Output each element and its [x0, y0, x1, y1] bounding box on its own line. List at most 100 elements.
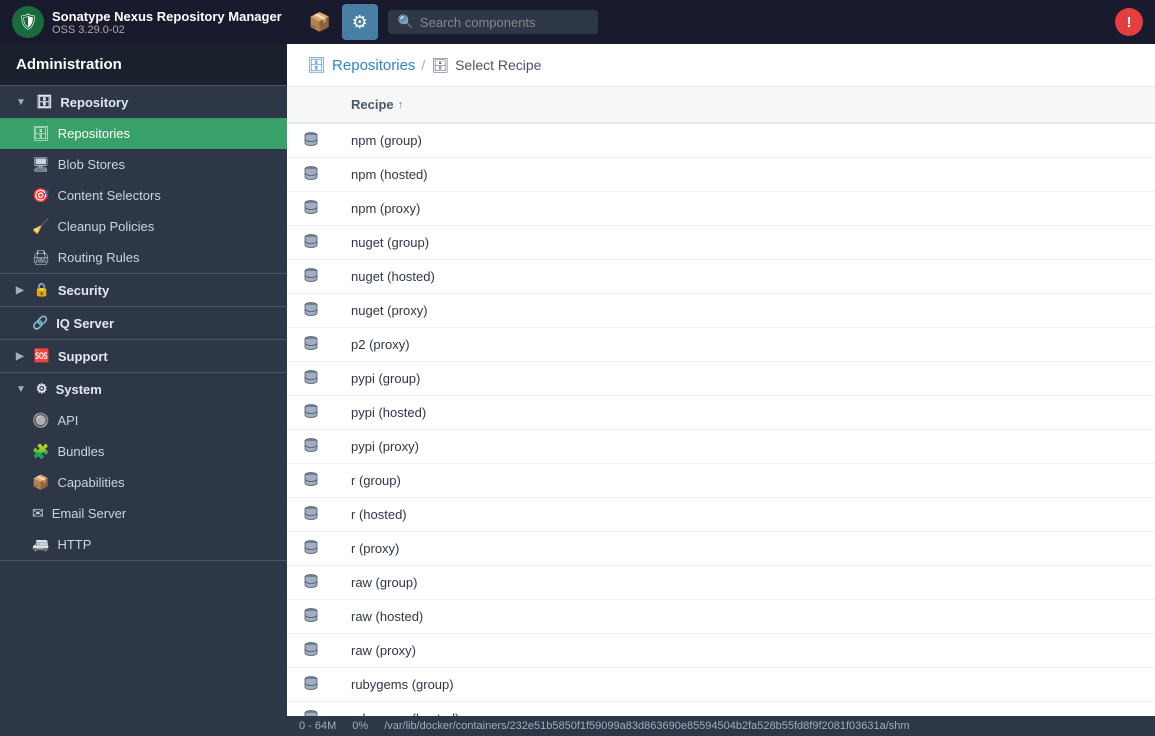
sidebar-item-content-selectors[interactable]: 🎯 Content Selectors	[0, 180, 287, 211]
sidebar-item-email-server[interactable]: ✉ Email Server	[0, 498, 287, 529]
sidebar-section-security: ▶ 🔒 Security	[0, 274, 287, 307]
alert-button[interactable]: !	[1115, 8, 1143, 36]
table-row[interactable]: npm (hosted)	[287, 158, 1155, 192]
col-recipe[interactable]: Recipe ↑	[335, 87, 1155, 123]
row-icon	[287, 123, 335, 158]
row-recipe-name: nuget (proxy)	[335, 294, 1155, 328]
row-recipe-name: pypi (proxy)	[335, 430, 1155, 464]
sidebar-group-security[interactable]: ▶ 🔒 Security	[0, 274, 287, 306]
sidebar-group-support[interactable]: ▶ 🆘 Support	[0, 340, 287, 372]
sidebar-group-repository[interactable]: ▼ 🗄 Repository	[0, 86, 287, 118]
sidebar-item-http[interactable]: 🚐 HTTP	[0, 529, 287, 560]
row-recipe-name: pypi (group)	[335, 362, 1155, 396]
topnav-icon-group: 📦 ⚙	[302, 4, 378, 40]
sidebar-section-system: ▼ ⚙ System 🔘 API 🧩 Bundles 📦 Capabilitie…	[0, 373, 287, 561]
http-icon: 🚐	[32, 536, 49, 553]
row-icon	[287, 226, 335, 260]
table-row[interactable]: r (proxy)	[287, 532, 1155, 566]
sidebar-section-iq-server: 🔗 IQ Server	[0, 307, 287, 340]
row-recipe-name: nuget (group)	[335, 226, 1155, 260]
col-recipe-label: Recipe	[351, 97, 394, 112]
statusbar: 0 - 64M 0% /var/lib/docker/containers/23…	[287, 716, 1155, 736]
package-icon-btn[interactable]: 📦	[302, 4, 338, 40]
row-icon	[287, 566, 335, 600]
row-icon	[287, 464, 335, 498]
sidebar-group-iq-server[interactable]: 🔗 IQ Server	[0, 307, 287, 339]
sidebar-item-blob-stores-label: Blob Stores	[58, 157, 125, 172]
row-recipe-name: nuget (hosted)	[335, 260, 1155, 294]
system-group-icon: ⚙	[36, 381, 48, 397]
sidebar-item-bundles-label: Bundles	[57, 444, 104, 459]
table-row[interactable]: rubygems (group)	[287, 668, 1155, 702]
chevron-down-icon: ▼	[16, 97, 26, 108]
sidebar-item-content-selectors-label: Content Selectors	[57, 188, 160, 203]
row-icon	[287, 294, 335, 328]
breadcrumb-link[interactable]: 🗄 Repositories	[307, 56, 415, 74]
table-row[interactable]: nuget (hosted)	[287, 260, 1155, 294]
row-icon	[287, 634, 335, 668]
chevron-down-icon-system: ▼	[16, 384, 26, 395]
iq-server-icon: 🔗	[32, 315, 48, 331]
sidebar-item-repositories[interactable]: 🗄 Repositories	[0, 118, 287, 149]
row-icon	[287, 158, 335, 192]
table-row[interactable]: raw (group)	[287, 566, 1155, 600]
statusbar-percentage: 0%	[352, 720, 368, 732]
table-row[interactable]: rubygems (hosted)	[287, 702, 1155, 717]
app-title: Sonatype Nexus Repository Manager	[52, 9, 282, 24]
sidebar-group-iq-server-label: IQ Server	[56, 316, 114, 331]
recipe-table: Recipe ↑ npm (group) npm (hosted) npm (p…	[287, 87, 1155, 716]
table-row[interactable]: r (group)	[287, 464, 1155, 498]
sidebar-item-capabilities[interactable]: 📦 Capabilities	[0, 467, 287, 498]
search-icon: 🔍	[398, 14, 414, 30]
settings-icon-btn[interactable]: ⚙	[342, 4, 378, 40]
breadcrumb-link-label: Repositories	[332, 57, 415, 74]
row-recipe-name: r (hosted)	[335, 498, 1155, 532]
table-row[interactable]: raw (proxy)	[287, 634, 1155, 668]
sidebar-section-support: ▶ 🆘 Support	[0, 340, 287, 373]
sidebar-item-routing-rules[interactable]: 🖨 Routing Rules	[0, 242, 287, 273]
sidebar-item-api[interactable]: 🔘 API	[0, 405, 287, 436]
row-icon	[287, 328, 335, 362]
logo-icon: 🛡	[12, 6, 44, 38]
row-recipe-name: r (proxy)	[335, 532, 1155, 566]
table-row[interactable]: pypi (hosted)	[287, 396, 1155, 430]
search-input[interactable]	[420, 15, 580, 30]
routing-icon: 🖨	[32, 249, 50, 266]
row-icon	[287, 430, 335, 464]
table-row[interactable]: r (hosted)	[287, 498, 1155, 532]
col-icon	[287, 87, 335, 123]
breadcrumb-separator: /	[421, 57, 425, 73]
breadcrumb-current: 🗄 Select Recipe	[431, 57, 541, 74]
capabilities-icon: 📦	[32, 474, 49, 491]
sidebar-item-repositories-label: Repositories	[58, 126, 130, 141]
support-icon: 🆘	[34, 348, 50, 364]
sidebar-group-repository-label: Repository	[60, 95, 128, 110]
search-bar: 🔍	[388, 10, 598, 34]
sidebar-item-email-server-label: Email Server	[52, 506, 126, 521]
table-row[interactable]: nuget (proxy)	[287, 294, 1155, 328]
selector-icon: 🎯	[32, 187, 49, 204]
row-recipe-name: rubygems (hosted)	[335, 702, 1155, 717]
row-icon	[287, 362, 335, 396]
sidebar-item-api-label: API	[57, 413, 78, 428]
bundles-icon: 🧩	[32, 443, 49, 460]
app-logo: 🛡 Sonatype Nexus Repository Manager OSS …	[12, 6, 282, 38]
sidebar-item-routing-rules-label: Routing Rules	[58, 250, 140, 265]
row-recipe-name: raw (hosted)	[335, 600, 1155, 634]
sidebar-item-bundles[interactable]: 🧩 Bundles	[0, 436, 287, 467]
table-row[interactable]: raw (hosted)	[287, 600, 1155, 634]
table-row[interactable]: npm (proxy)	[287, 192, 1155, 226]
main-panel: 🗄 Repositories / 🗄 Select Recipe Recipe	[287, 44, 1155, 736]
row-recipe-name: r (group)	[335, 464, 1155, 498]
sidebar-item-cleanup-policies[interactable]: 🧹 Cleanup Policies	[0, 211, 287, 242]
sidebar-item-blob-stores[interactable]: 🖥 Blob Stores	[0, 149, 287, 180]
table-row[interactable]: npm (group)	[287, 123, 1155, 158]
table-row[interactable]: nuget (group)	[287, 226, 1155, 260]
breadcrumb-link-icon: 🗄	[307, 56, 326, 74]
blobstore-icon: 🖥	[32, 156, 50, 173]
sidebar-group-system[interactable]: ▼ ⚙ System	[0, 373, 287, 405]
table-row[interactable]: pypi (proxy)	[287, 430, 1155, 464]
table-row[interactable]: pypi (group)	[287, 362, 1155, 396]
table-row[interactable]: p2 (proxy)	[287, 328, 1155, 362]
row-icon	[287, 532, 335, 566]
